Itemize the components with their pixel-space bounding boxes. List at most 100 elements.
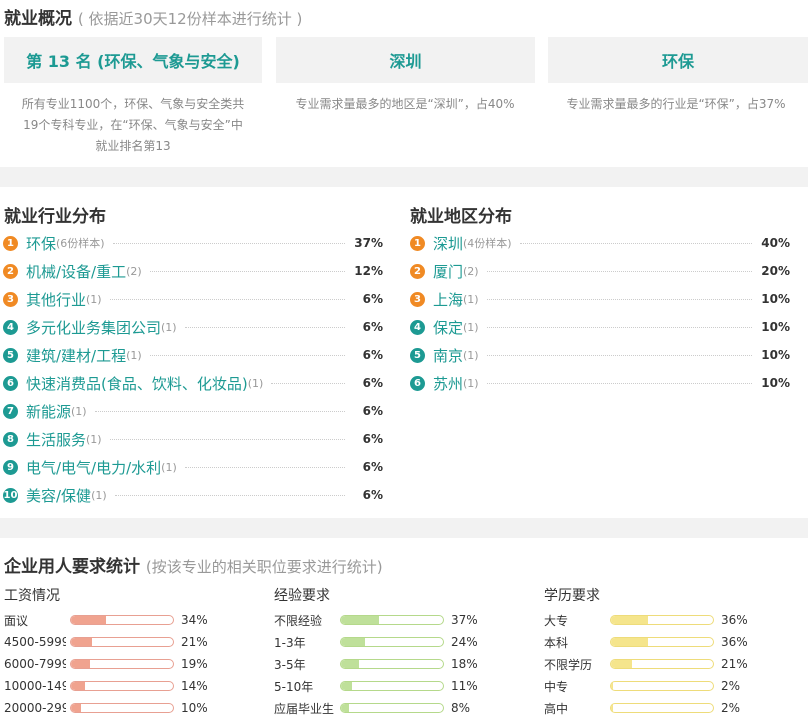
progress-bar (610, 659, 714, 669)
requirement-row: 本科 36% (544, 631, 748, 653)
overview-rank-label: 第 13 名 (环保、气象与安全) (26, 52, 240, 71)
industry-name-link[interactable]: 电气/电气/电力/水利 (26, 457, 161, 478)
section-divider (0, 518, 808, 538)
requirement-percentage: 37% (451, 613, 478, 627)
region-item[interactable]: 1 深圳 (4份样本) 40% (410, 229, 790, 257)
industry-item[interactable]: 4 多元化业务集团公司 (1) 6% (3, 313, 383, 341)
requirement-percentage: 21% (721, 657, 748, 671)
progress-bar (70, 659, 174, 669)
region-name-link[interactable]: 上海 (433, 289, 463, 310)
progress-bar (340, 681, 444, 691)
overview-region-desc: 专业需求量最多的地区是“深圳”，占40% (272, 94, 538, 115)
progress-fill (71, 638, 93, 646)
industry-name-link[interactable]: 多元化业务集团公司 (26, 317, 161, 338)
requirement-row: 高中 2% (544, 697, 748, 719)
region-name-link[interactable]: 深圳 (433, 233, 463, 254)
dotted-leader (486, 326, 752, 328)
industry-name-link[interactable]: 生活服务 (26, 429, 86, 450)
rank-badge: 3 (3, 291, 18, 307)
requirement-percentage: 2% (721, 679, 741, 693)
dotted-leader (486, 382, 752, 384)
requirement-row: 大专 36% (544, 609, 748, 631)
requirement-percentage: 2% (721, 701, 741, 715)
dotted-leader (519, 242, 752, 244)
requirement-label: 高中 (544, 701, 569, 716)
percentage: 37% (354, 236, 383, 250)
region-name-link[interactable]: 南京 (433, 345, 463, 366)
region-item[interactable]: 3 上海 (1) 10% (410, 285, 790, 313)
region-name-link[interactable]: 苏州 (433, 373, 463, 394)
industry-name-link[interactable]: 快速消费品(食品、饮料、化妆品) (26, 373, 248, 394)
percentage: 6% (362, 460, 383, 474)
requirement-row: 5-10年 11% (274, 675, 478, 697)
region-name-link[interactable]: 厦门 (433, 261, 463, 282)
industry-item[interactable]: 9 电气/电气/电力/水利 (1) 6% (3, 453, 383, 481)
overview-title-text: 就业概况 (4, 9, 72, 29)
industry-item[interactable]: 6 快速消费品(食品、饮料、化妆品) (1) 6% (3, 369, 383, 397)
progress-fill (71, 660, 91, 668)
industry-name-link[interactable]: 新能源 (26, 401, 71, 422)
progress-fill (341, 704, 350, 712)
industry-name-link[interactable]: 建筑/建材/工程 (26, 345, 126, 366)
percentage: 6% (362, 348, 383, 362)
percentage: 6% (362, 432, 383, 446)
industry-item[interactable]: 7 新能源 (1) 6% (3, 397, 383, 425)
requirement-percentage: 11% (451, 679, 478, 693)
percentage: 10% (761, 376, 790, 390)
sample-count: (6份样本) (56, 237, 105, 250)
progress-bar (610, 681, 714, 691)
region-title-text: 就业地区分布 (410, 207, 512, 227)
industry-name-link[interactable]: 其他行业 (26, 289, 86, 310)
requirement-label: 面议 (4, 613, 29, 628)
dotted-leader (486, 298, 752, 300)
requirement-percentage: 21% (181, 635, 208, 649)
industry-name-link[interactable]: 美容/保健 (26, 485, 91, 506)
progress-fill (71, 616, 106, 624)
sample-count: (1) (463, 348, 479, 362)
percentage: 6% (362, 488, 383, 502)
sample-count: (1) (126, 348, 142, 362)
dotted-leader (109, 438, 345, 440)
industry-item[interactable]: 1 环保 (6份样本) 37% (3, 229, 383, 257)
overview-title: 就业概况 ( 依据近30天12份样本进行统计 ) (4, 4, 302, 29)
industry-item[interactable]: 3 其他行业 (1) 6% (3, 285, 383, 313)
region-item[interactable]: 2 厦门 (2) 20% (410, 257, 790, 285)
region-item[interactable]: 4 保定 (1) 10% (410, 313, 790, 341)
requirement-percentage: 24% (451, 635, 478, 649)
sample-count: (2) (463, 264, 479, 278)
progress-bar (610, 615, 714, 625)
industry-item[interactable]: 8 生活服务 (1) 6% (3, 425, 383, 453)
industry-name-link[interactable]: 环保 (26, 233, 56, 254)
dotted-leader (109, 298, 345, 300)
progress-fill (71, 682, 86, 690)
rank-badge: 9 (3, 459, 18, 475)
percentage: 10% (761, 292, 790, 306)
progress-fill (341, 638, 366, 646)
industry-name-link[interactable]: 机械/设备/重工 (26, 261, 126, 282)
column-heading: 经验要求 (274, 588, 330, 604)
progress-fill (611, 660, 633, 668)
region-item[interactable]: 5 南京 (1) 10% (410, 341, 790, 369)
requirement-row: 应届毕业生 8% (274, 697, 478, 719)
rank-badge: 7 (3, 403, 18, 419)
dotted-leader (149, 354, 345, 356)
requirement-label: 20000-29999 (4, 701, 66, 715)
industry-item[interactable]: 10 美容/保健 (1) 6% (3, 481, 383, 509)
sample-count: (1) (463, 376, 479, 390)
progress-bar (70, 681, 174, 691)
requirement-label: 5-10年 (274, 679, 314, 694)
industry-item[interactable]: 2 机械/设备/重工 (2) 12% (3, 257, 383, 285)
region-name-link[interactable]: 保定 (433, 317, 463, 338)
percentage: 6% (362, 320, 383, 334)
progress-bar (70, 637, 174, 647)
industry-item[interactable]: 5 建筑/建材/工程 (1) 6% (3, 341, 383, 369)
overview-rank-desc-line: 就业排名第13 (95, 139, 171, 153)
rank-badge: 3 (410, 291, 425, 307)
requirement-row: 4500-5999 21% (4, 631, 208, 653)
sample-count: (1) (86, 432, 102, 446)
overview-region-label: 深圳 (389, 52, 422, 71)
region-item[interactable]: 6 苏州 (1) 10% (410, 369, 790, 397)
progress-bar (610, 703, 714, 713)
percentage: 10% (761, 348, 790, 362)
requirement-label: 1-3年 (274, 635, 306, 650)
